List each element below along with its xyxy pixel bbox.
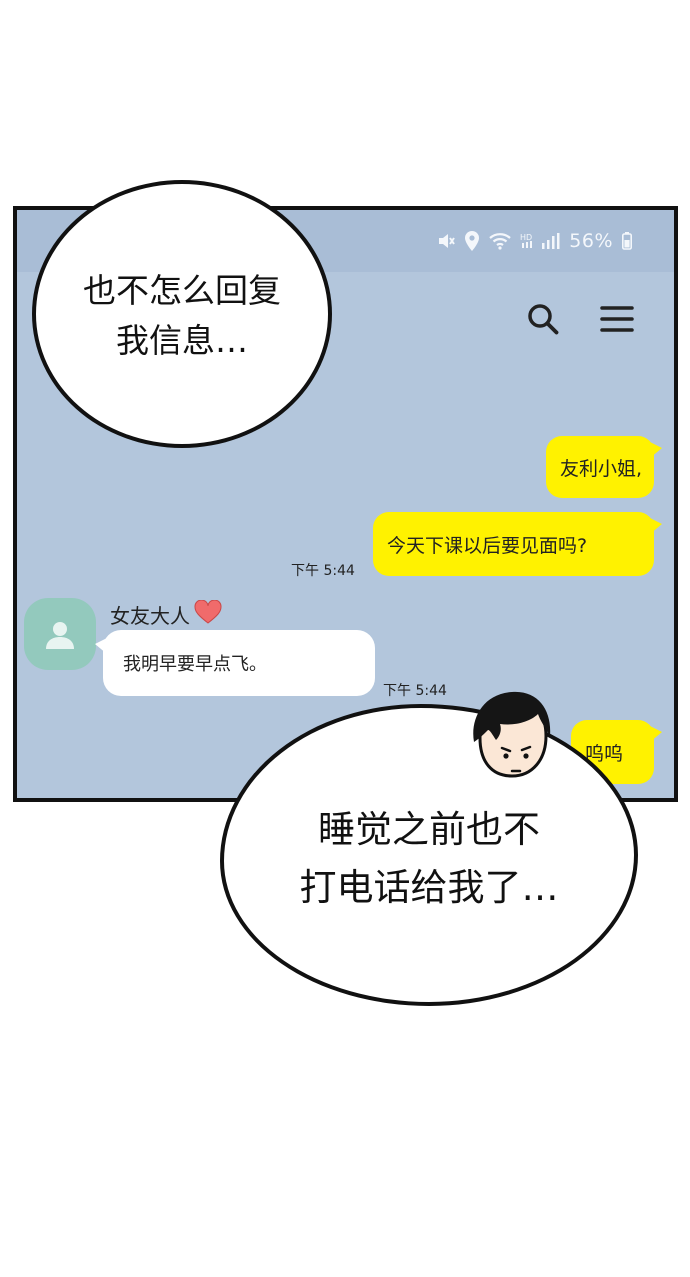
wifi-icon	[489, 232, 511, 250]
message-text: 我明早要早点飞。	[123, 654, 267, 675]
contact-name-text: 女友大人	[110, 604, 190, 628]
character-illustration	[466, 690, 556, 790]
hd-signal-icon: HD	[520, 232, 560, 250]
battery-icon	[622, 232, 632, 250]
speech-line: 睡觉之前也不	[318, 808, 540, 851]
contact-name: 女友大人	[110, 599, 222, 629]
message-text: 今天下课以后要见面吗?	[387, 534, 588, 557]
speech-bubble-bottom: 睡觉之前也不 打电话给我了…	[220, 704, 638, 1006]
speech-bubble-top: 也不怎么回复 我信息…	[32, 180, 332, 448]
location-icon	[464, 231, 480, 251]
contact-avatar[interactable]	[24, 598, 96, 670]
message-bubble-sent[interactable]: 今天下课以后要见面吗?	[373, 512, 662, 576]
message-timestamp: 下午 5:44	[383, 683, 447, 699]
message-timestamp: 下午 5:44	[291, 563, 355, 579]
search-icon[interactable]	[526, 302, 560, 340]
message-text: 友利小姐,	[560, 457, 643, 480]
speech-line: 打电话给我了…	[299, 866, 559, 909]
person-icon	[46, 622, 74, 649]
battery-percentage: 56%	[569, 230, 613, 252]
svg-text:HD: HD	[520, 233, 532, 242]
speech-line: 我信息…	[116, 321, 248, 360]
status-icons: HD 56%	[437, 230, 632, 252]
chat-header-actions	[526, 302, 634, 340]
heart-icon	[194, 599, 222, 629]
menu-icon[interactable]	[600, 304, 634, 338]
message-bubble-sent[interactable]: 友利小姐,	[546, 436, 662, 498]
speech-line: 也不怎么回复	[83, 271, 281, 310]
mute-icon	[437, 232, 456, 250]
message-bubble-received[interactable]: 我明早要早点飞。	[95, 630, 375, 696]
